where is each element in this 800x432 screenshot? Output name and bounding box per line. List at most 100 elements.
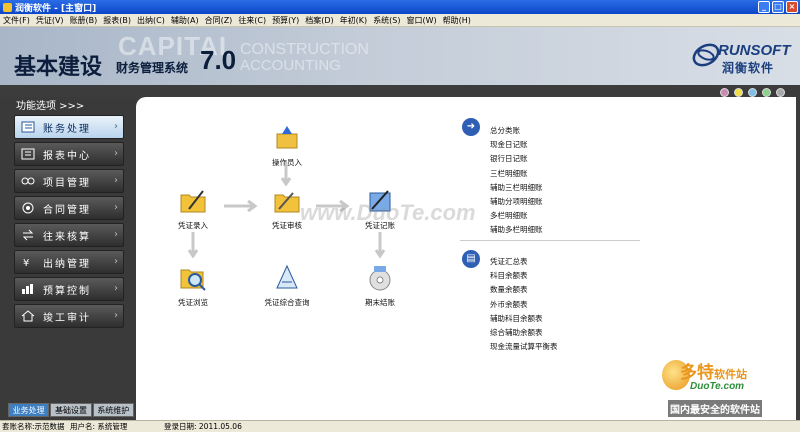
- sidebar-item-label: 合同管理: [43, 204, 91, 216]
- arrow-right-icon: [224, 200, 258, 212]
- contract-icon: [21, 202, 35, 214]
- ledger-list: 总分类账 现金日记账 银行日记账 三栏明细账 辅助三栏明细账 辅助分项明细账 多…: [490, 124, 543, 238]
- ledger-link[interactable]: 现金日记账: [490, 138, 543, 152]
- status-bar: 套账名称:示范数据 用户名: 系统管理 登录日期: 2011.05.06: [0, 420, 800, 432]
- menu-file[interactable]: 文件(F): [0, 15, 33, 26]
- balance-link[interactable]: 综合辅助余额表: [490, 326, 558, 340]
- svg-text:¥: ¥: [23, 258, 29, 268]
- balance-link[interactable]: 辅助科目余额表: [490, 312, 558, 326]
- sidebar-item-exchange[interactable]: 往来核算 ›: [14, 223, 124, 247]
- balance-link[interactable]: 凭证汇总表: [490, 255, 558, 269]
- ledger-link[interactable]: 总分类账: [490, 124, 543, 138]
- theme-dot-pink[interactable]: [720, 88, 729, 97]
- sidebar-item-budget[interactable]: 预算控制 ›: [14, 277, 124, 301]
- theme-dot-yellow[interactable]: [734, 88, 743, 97]
- menu-voucher[interactable]: 凭证(V): [33, 15, 67, 26]
- menu-reports[interactable]: 报表(B): [100, 15, 134, 26]
- chevron-right-icon: ›: [114, 256, 118, 267]
- banner-subtitle: 财务管理系统: [116, 61, 189, 75]
- close-button[interactable]: ×: [786, 1, 798, 13]
- operator-icon: [276, 126, 298, 149]
- duote-logo-en: DuoTe.com: [690, 381, 745, 392]
- chevron-right-icon: ›: [114, 229, 118, 240]
- menu-cashier[interactable]: 出纳(C): [134, 15, 168, 26]
- balance-link[interactable]: 外币余额表: [490, 298, 558, 312]
- menu-archive[interactable]: 档案(D): [302, 15, 336, 26]
- menu-budget[interactable]: 预算(Y): [269, 15, 302, 26]
- app-icon: [3, 2, 12, 12]
- sidebar-item-ledger[interactable]: 账务处理 ›: [14, 115, 124, 139]
- sidebar-item-contract[interactable]: 合同管理 ›: [14, 196, 124, 220]
- disc-icon: [369, 266, 391, 291]
- magnifier-icon: [180, 269, 206, 291]
- sidebar-item-label: 出纳管理: [43, 258, 91, 270]
- theme-dots: [720, 88, 800, 97]
- menu-window[interactable]: 窗口(W): [404, 15, 440, 26]
- ledger-icon: [21, 121, 35, 133]
- menu-help[interactable]: 帮助(H): [440, 15, 474, 26]
- ledger-link[interactable]: 辅助分项明细账: [490, 195, 543, 209]
- menu-exchange[interactable]: 往来(C): [235, 15, 269, 26]
- flow-voucher-entry[interactable]: 凭证录入: [158, 187, 228, 231]
- sidebar-header: 功能选项 >>>: [16, 101, 85, 112]
- bottom-tabs: 业务处理 基础设置 系统维护: [8, 403, 134, 417]
- sidebar-item-audit[interactable]: 竣工审计 ›: [14, 304, 124, 328]
- window-controls: _ □ ×: [758, 1, 798, 13]
- toolbar-strip: [0, 85, 800, 97]
- menu-year-start[interactable]: 年初(K): [337, 15, 371, 26]
- ledger-link[interactable]: 三栏明细账: [490, 167, 543, 181]
- arrow-circle-icon: ➜: [462, 118, 480, 136]
- flow-label: 期末结账: [365, 298, 395, 307]
- exchange-icon: [21, 229, 35, 241]
- status-account: 套账名称:示范数据: [2, 422, 65, 431]
- flow-voucher-query[interactable]: 凭证综合查询: [252, 264, 322, 308]
- arrow-down-icon: [187, 232, 199, 258]
- header-banner: CAPITAL CONSTRUCTION ACCOUNTING 基本建设 财务管…: [0, 27, 800, 85]
- theme-dot-green[interactable]: [762, 88, 771, 97]
- sidebar-item-label: 账务处理: [43, 123, 91, 135]
- menu-auxiliary[interactable]: 辅助(A): [168, 15, 202, 26]
- menu-contract[interactable]: 合同(Z): [202, 15, 236, 26]
- sidebar-item-label: 报表中心: [43, 150, 91, 162]
- sidebar: 功能选项 >>> 账务处理 › 报表中心 › 项目管理 › 合同管理 › 往来核…: [0, 97, 136, 420]
- chevron-right-icon: ›: [114, 283, 118, 294]
- section-divider: [460, 240, 640, 241]
- minimize-button[interactable]: _: [758, 1, 770, 13]
- project-icon: [21, 175, 35, 187]
- tab-basic-settings[interactable]: 基础设置: [50, 403, 92, 417]
- report-icon: [21, 148, 35, 160]
- theme-dot-gray[interactable]: [776, 88, 785, 97]
- sidebar-item-report[interactable]: 报表中心 ›: [14, 142, 124, 166]
- ledger-link[interactable]: 多栏明细账: [490, 209, 543, 223]
- ledger-link[interactable]: 辅助多栏明细账: [490, 223, 543, 237]
- flow-period-close[interactable]: 期末结账: [345, 264, 415, 308]
- sidebar-item-label: 预算控制: [43, 285, 91, 297]
- chevron-right-icon: ›: [114, 148, 118, 159]
- sidebar-item-project[interactable]: 项目管理 ›: [14, 169, 124, 193]
- compass-icon: [276, 264, 298, 289]
- flow-label: 凭证录入: [178, 221, 208, 230]
- balance-link[interactable]: 数量余额表: [490, 283, 558, 297]
- tab-business[interactable]: 业务处理: [8, 403, 50, 417]
- status-user: 用户名: 系统管理: [70, 422, 128, 431]
- ledger-link[interactable]: 辅助三栏明细账: [490, 181, 543, 195]
- banner-bg-word-3: ACCOUNTING: [240, 57, 341, 74]
- balance-link[interactable]: 现金流量试算平衡表: [490, 340, 558, 354]
- flow-voucher-browse[interactable]: 凭证浏览: [158, 264, 228, 308]
- duote-logo-cn: 多特: [680, 363, 714, 383]
- menu-bar: 文件(F) 凭证(V) 账册(B) 报表(B) 出纳(C) 辅助(A) 合同(Z…: [0, 14, 800, 27]
- maximize-button[interactable]: □: [772, 1, 784, 13]
- duote-logo-suffix: 软件站: [714, 368, 747, 381]
- theme-dot-blue[interactable]: [748, 88, 757, 97]
- sidebar-item-cashier[interactable]: ¥ 出纳管理 ›: [14, 250, 124, 274]
- menu-books[interactable]: 账册(B): [67, 15, 101, 26]
- menu-system[interactable]: 系统(S): [370, 15, 403, 26]
- flow-label: 凭证浏览: [178, 298, 208, 307]
- chevron-right-icon: ›: [114, 310, 118, 321]
- tab-system-maintenance[interactable]: 系统维护: [92, 403, 134, 417]
- ledger-link[interactable]: 银行日记账: [490, 152, 543, 166]
- balance-link[interactable]: 科目余额表: [490, 269, 558, 283]
- chevron-right-icon: ›: [114, 121, 118, 132]
- arrow-down-icon: [280, 162, 292, 186]
- budget-icon: [21, 283, 35, 295]
